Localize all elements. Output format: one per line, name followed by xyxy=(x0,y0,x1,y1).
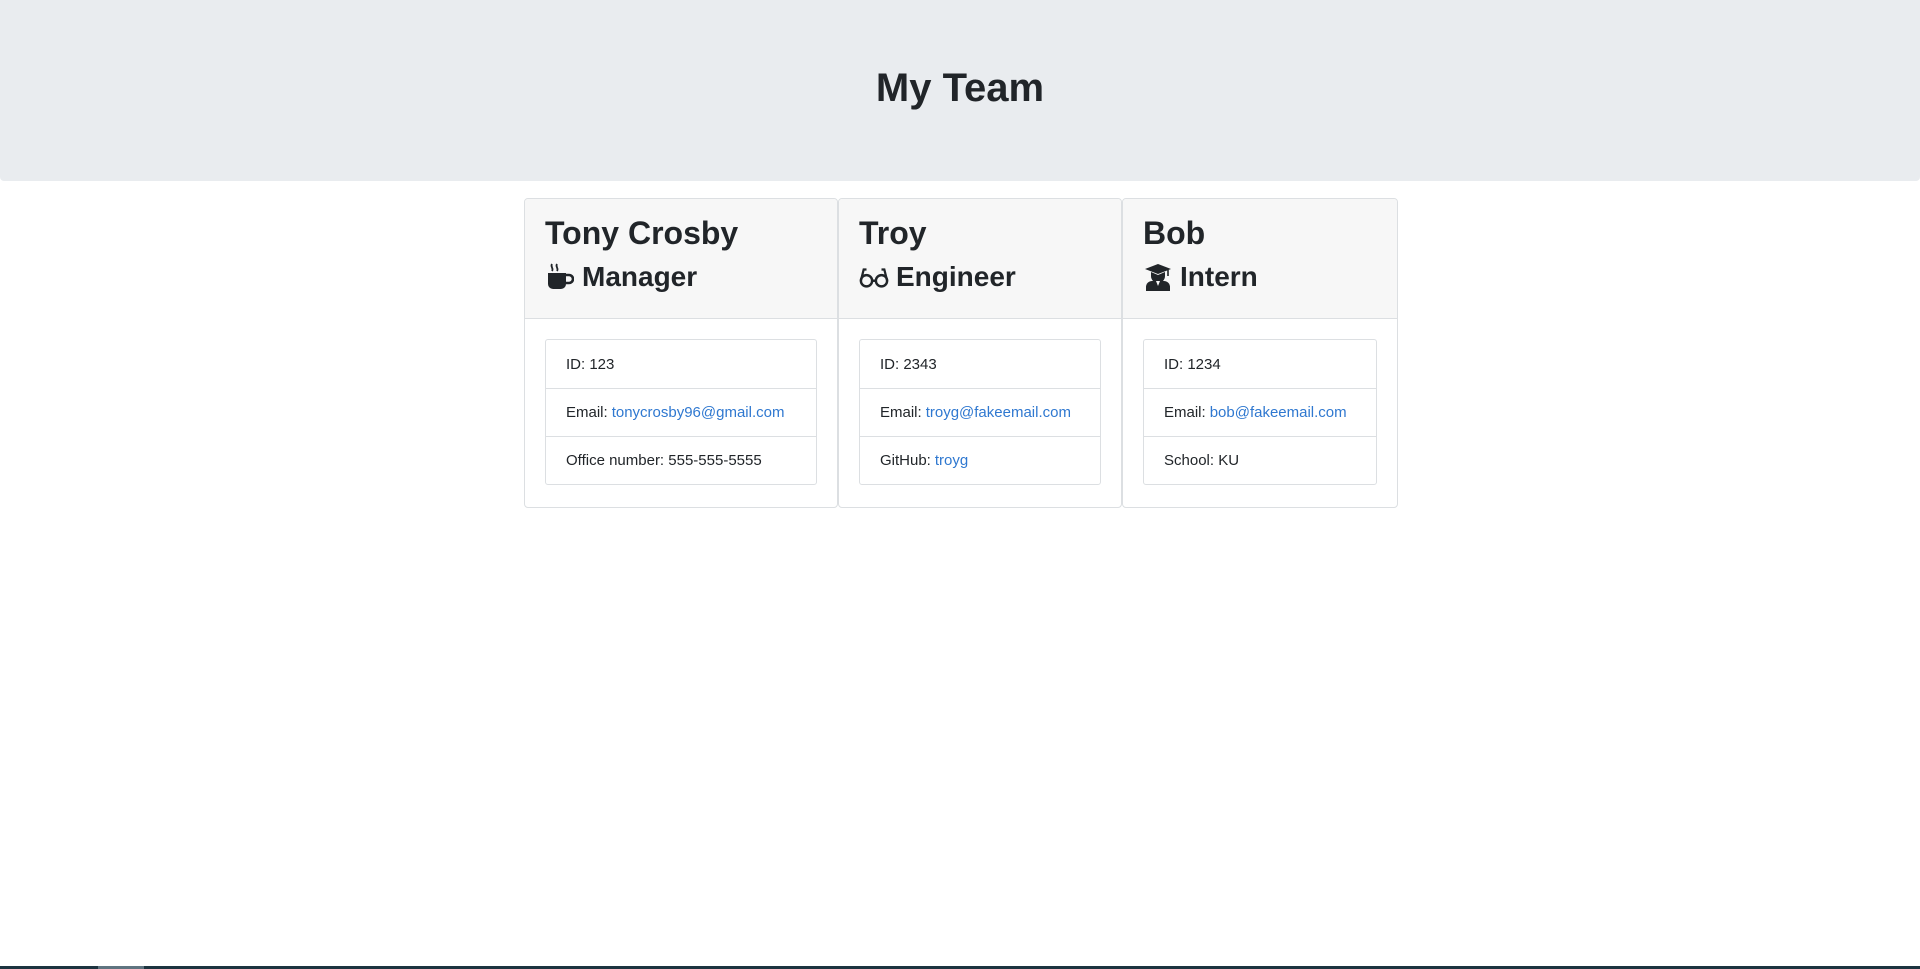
email-label: Email: xyxy=(880,404,922,421)
email-label: Email: xyxy=(1164,404,1206,421)
details-list: ID: 123 Email: tonycrosby96@gmail.com Off… xyxy=(545,339,817,485)
employee-role: Engineer xyxy=(859,257,1101,297)
email-link[interactable]: troyg@fakeemail.com xyxy=(926,404,1071,421)
role-label: Intern xyxy=(1180,261,1258,292)
github-link[interactable]: troyg xyxy=(935,452,968,469)
list-item-email: Email: tonycrosby96@gmail.com xyxy=(546,388,816,436)
list-item-email: Email: bob@fakeemail.com xyxy=(1144,388,1376,436)
card-header: Bob Intern xyxy=(1123,199,1397,319)
id-value: 123 xyxy=(589,355,615,373)
employee-name: Tony Crosby xyxy=(545,215,739,251)
school-value: KU xyxy=(1218,452,1240,469)
employee-card-engineer: Troy Engineer ID: 2343 Email: troyg@fake… xyxy=(838,198,1122,508)
role-label: Engineer xyxy=(896,261,1016,292)
details-list: ID: 2343 Email: troyg@fakeemail.com GitHu… xyxy=(859,339,1101,485)
office-number-value: 555-555-5555 xyxy=(668,452,762,469)
id-label: ID: xyxy=(1164,355,1184,373)
id-value: 1234 xyxy=(1187,355,1221,373)
list-item-email: Email: troyg@fakeemail.com xyxy=(860,388,1100,436)
employee-card-intern: Bob Intern ID: 1234 Email: bob@fakeemail… xyxy=(1122,198,1398,508)
team-cards: Tony Crosby Manager ID: 123 Email: tonyc… xyxy=(524,198,1398,508)
graduate-icon xyxy=(1143,262,1173,292)
email-link[interactable]: bob@fakeemail.com xyxy=(1210,404,1347,421)
card-body: ID: 2343 Email: troyg@fakeemail.com GitHu… xyxy=(839,319,1121,505)
card-body: ID: 123 Email: tonycrosby96@gmail.com Off… xyxy=(525,319,837,505)
card-body: ID: 1234 Email: bob@fakeemail.com School:… xyxy=(1123,319,1397,505)
list-item-id: ID: 2343 xyxy=(860,340,1100,388)
role-label: Manager xyxy=(582,261,698,292)
glasses-icon xyxy=(859,262,889,292)
coffee-mug-icon xyxy=(545,262,575,292)
email-link[interactable]: tonycrosby96@gmail.com xyxy=(612,404,785,421)
email-label: Email: xyxy=(566,404,608,421)
employee-name: Troy xyxy=(859,215,927,251)
id-label: ID: xyxy=(880,355,900,373)
id-label: ID: xyxy=(566,355,586,373)
employee-card-manager: Tony Crosby Manager ID: 123 Email: tonyc… xyxy=(524,198,838,508)
employee-role: Manager xyxy=(545,257,817,297)
page-title: My Team xyxy=(875,66,1045,110)
card-header: Troy Engineer xyxy=(839,199,1121,319)
list-item-id: ID: 1234 xyxy=(1144,340,1376,388)
details-list: ID: 1234 Email: bob@fakeemail.com School:… xyxy=(1143,339,1377,485)
office-number-label: Office number: xyxy=(566,452,665,469)
list-item-office-number: Office number: 555-555-5555 xyxy=(546,436,816,484)
page-header: My Team xyxy=(0,0,1920,181)
card-header: Tony Crosby Manager xyxy=(525,199,837,319)
id-value: 2343 xyxy=(903,355,937,373)
list-item-github: GitHub: troyg xyxy=(860,436,1100,484)
school-label: School: xyxy=(1164,452,1215,469)
list-item-id: ID: 123 xyxy=(546,340,816,388)
employee-role: Intern xyxy=(1143,257,1377,297)
github-label: GitHub: xyxy=(880,452,931,469)
employee-name: Bob xyxy=(1143,215,1206,251)
list-item-school: School: KU xyxy=(1144,436,1376,484)
